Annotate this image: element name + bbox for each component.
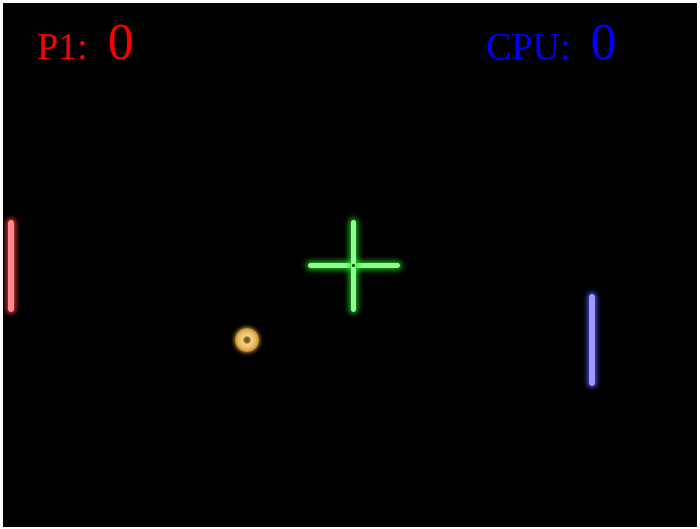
player-score: P1: 0 xyxy=(37,17,134,73)
ball-icon xyxy=(235,328,259,352)
crosshair-icon xyxy=(308,220,400,312)
player-score-value: 0 xyxy=(107,14,134,71)
cpu-score: CPU: 0 xyxy=(486,17,616,73)
player-score-label: P1: xyxy=(37,26,88,68)
crosshair-center-dot xyxy=(352,264,355,267)
player-paddle[interactable] xyxy=(8,220,14,312)
game-court[interactable]: P1: 0 CPU: 0 xyxy=(3,3,697,527)
cpu-paddle xyxy=(589,294,595,386)
cpu-score-label: CPU: xyxy=(486,26,571,68)
cpu-score-value: 0 xyxy=(590,14,617,71)
